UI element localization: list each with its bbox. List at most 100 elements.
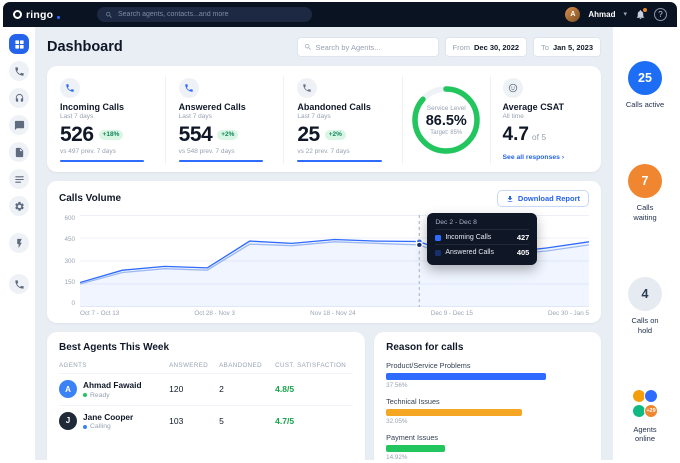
sidebar-item-reports[interactable] [9,142,29,162]
stat-period: Last 7 days [60,113,94,120]
stat-label: Answered Calls [178,102,246,112]
date-from-chip[interactable]: From Dec 30, 2022 [444,37,528,57]
stat-accent-underline [60,160,145,162]
x-tick: Nov 18 - Nov 24 [310,310,356,317]
sidebar-item-dialer[interactable] [9,274,29,294]
calls-waiting-count: 7 [628,164,662,198]
service-level-value: 86.5% [425,112,467,129]
kpi-summary-card: Incoming Calls Last 7 days 526 +18% vs 4… [47,66,601,172]
agent-row[interactable]: J Jane Cooper Calling 103 5 4.7/5 [59,404,354,437]
x-tick: Dec 9 - Dec 15 [430,310,473,317]
notification-badge-dot [643,8,647,12]
agents-search[interactable] [296,37,439,57]
stat-incoming-calls: Incoming Calls Last 7 days 526 +18% vs 4… [47,76,166,164]
tooltip-row-incoming: Incoming Calls 427 [435,229,530,244]
csat-suffix: of 5 [531,132,547,142]
stat-label: Incoming Calls [60,102,125,112]
stat-trend-badge: +2% [324,129,346,140]
dashboard-icon [14,39,24,49]
answered-series-swatch [435,249,442,256]
y-tick: 150 [64,278,75,286]
user-avatar[interactable]: A [565,7,581,22]
topbar: ringo A Ahmad ▾ ? [3,2,677,27]
agents-search-input[interactable] [315,42,432,52]
date-to-value: Jan 5, 2023 [552,42,593,52]
sidebar-item-automation[interactable] [9,233,29,253]
stat-value: 25 [297,123,320,146]
y-tick: 0 [71,300,75,307]
sidebar-item-settings[interactable] [9,196,29,216]
reason-row: Technical Issues 32.05% [386,397,589,425]
live-status-rail: 25 Calls active 7 Calls waiting 4 Calls … [613,27,677,460]
y-tick: 300 [64,257,75,265]
csat-stat: Average CSAT All time 4.7 of 5 See all r… [491,76,601,164]
agent-answered: 103 [169,415,184,426]
sidebar-item-queue[interactable] [9,169,29,189]
gear-icon [14,201,24,211]
agents-online-overflow-badge: +29 [644,403,658,418]
answered-calls-icon [184,84,193,92]
calls-volume-title: Calls Volume [59,193,122,204]
chat-icon [14,120,24,130]
reasons-title: Reason for calls [386,342,464,353]
col-satisfaction: CUST. SATISFACTION [275,362,347,369]
reason-bar [386,409,523,416]
sidebar-item-agents[interactable] [9,88,29,108]
stat-compare: vs 548 prev. 7 days [178,148,235,155]
incoming-calls-icon [66,84,74,92]
agent-status: Calling [83,423,133,430]
user-name[interactable]: Ahmad [588,10,615,19]
status-dot [83,424,87,429]
agents-online-avatars: +29 [630,388,660,420]
brand-name: ringo [26,8,54,21]
chart-y-axis: 600 450 300 150 0 [59,215,75,307]
phone-icon [14,66,24,76]
agent-row[interactable]: A Ahmad Fawaid Ready 120 2 4.8/5 [59,373,354,405]
best-agents-title: Best Agents This Week [59,342,170,353]
agent-csat: 4.8/5 [275,384,295,395]
stat-period: Last 7 days [178,113,212,120]
csat-period: All time [502,113,524,120]
status-dot [83,393,87,397]
topbar-right: A Ahmad ▾ ? [565,7,667,22]
avatar [644,388,658,403]
global-search-input[interactable] [118,11,304,18]
download-report-button[interactable]: Download Report [496,190,589,207]
global-search[interactable] [97,7,312,22]
col-agents: AGENTS [59,362,87,369]
calls-on-hold-count: 4 [628,276,662,311]
date-to-label: To [541,42,549,52]
chart-x-axis: Oct 7 - Oct 13 Oct 28 - Nov 3 Nov 18 - N… [80,310,589,317]
reason-for-calls-card: Reason for calls Product/Service Problem… [374,332,601,460]
chart-tooltip: Dec 2 - Dec 8 Incoming Calls 427 Answere… [427,213,538,265]
y-tick: 600 [64,215,75,222]
app-body: Dashboard From Dec 30, 2022 To Jan 5, 20… [3,27,677,460]
headset-icon [15,93,23,102]
sidebar-item-dashboard[interactable] [9,34,29,54]
incoming-series-swatch [435,234,442,241]
brand-ring-icon [13,10,22,19]
csat-label: Average CSAT [502,102,565,112]
calls-volume-chart[interactable]: Dec 2 - Dec 8 Incoming Calls 427 Answere… [80,213,589,307]
sidebar-item-calls[interactable] [9,61,29,81]
see-all-responses-link[interactable]: See all responses › [503,154,565,161]
sidebar-item-chat[interactable] [9,115,29,135]
agent-csat: 4.7/5 [275,415,295,426]
chevron-down-icon[interactable]: ▾ [623,11,627,18]
document-icon [15,147,23,157]
stat-accent-underline [178,160,263,162]
phone-callback-icon [14,279,24,289]
calls-active-stat: 25 Calls active [624,61,666,110]
date-to-chip[interactable]: To Jan 5, 2023 [533,37,601,57]
agent-abandoned: 2 [219,384,224,395]
stat-compare: vs 497 prev. 7 days [60,148,116,155]
abandoned-calls-icon [303,84,312,92]
reason-row: Product/Service Problems 37.56% [386,361,589,389]
reason-bar [386,445,445,452]
date-from-value: Dec 30, 2022 [474,42,520,52]
avatar: A [59,380,77,399]
download-report-label: Download Report [517,194,580,203]
main-content: Dashboard From Dec 30, 2022 To Jan 5, 20… [35,27,613,460]
notifications-button[interactable] [635,8,647,20]
help-button[interactable]: ? [654,8,667,21]
